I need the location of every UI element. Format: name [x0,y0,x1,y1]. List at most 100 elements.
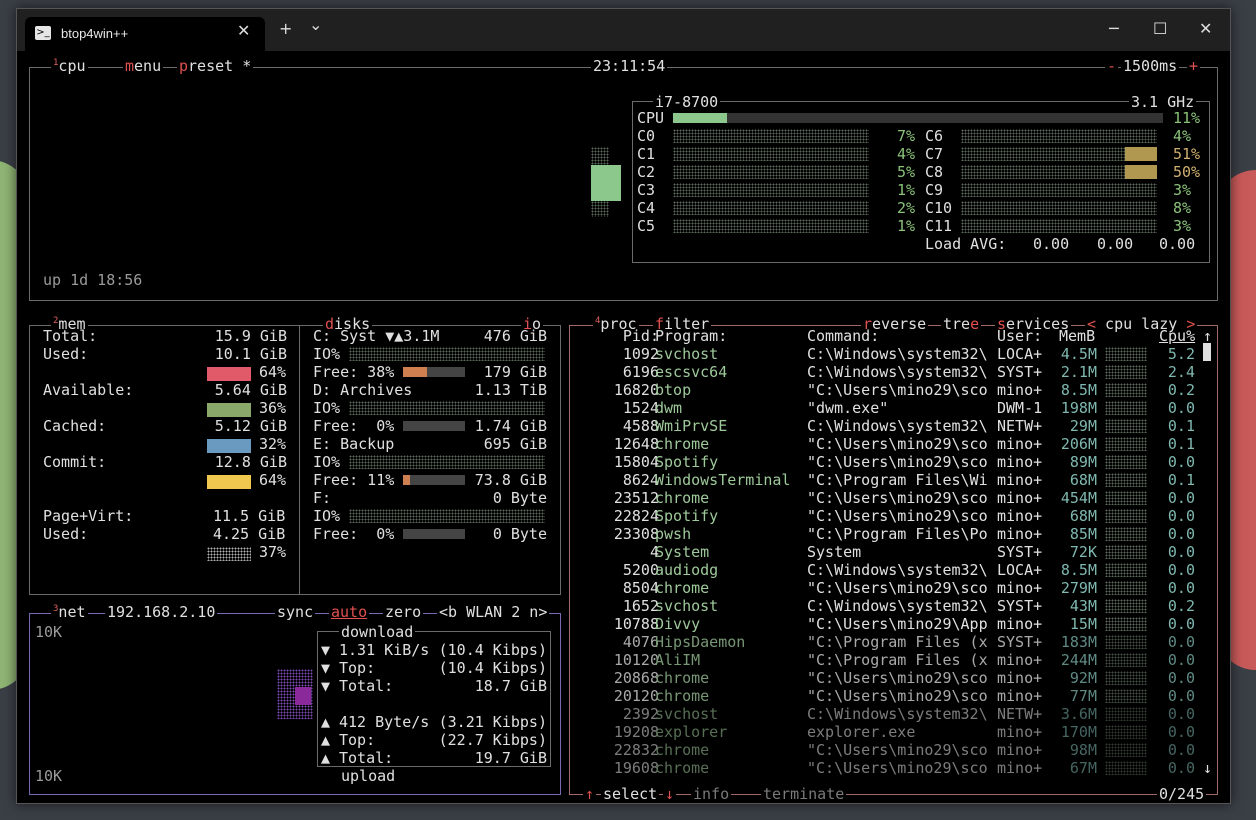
proc-user: mino+ [997,525,1043,543]
proc-program: svchost [655,705,719,723]
close-button[interactable]: ✕ [1199,19,1212,38]
scroll-up[interactable]: ↑ [1203,327,1212,345]
proc-user: NETW+ [997,417,1043,435]
pagevirt-used: 4.25 GiB [213,525,286,543]
proc-cpu-graph [1105,743,1147,757]
proc-program: AliIM [655,651,701,669]
iface-selector[interactable]: <b WLAN 2 n> [437,603,550,621]
proc-program: escsvc64 [655,363,728,381]
proc-pid: 1652 [622,597,659,615]
download-label: download [339,623,416,641]
tree-toggle[interactable]: tree [941,315,982,333]
proc-program: chrome [655,741,710,759]
proc-pid: 19208 [613,723,659,741]
proc-cpu: 0.0 [1167,669,1195,687]
proc-user: SYST+ [997,633,1043,651]
disk-free-bar [403,475,410,485]
clock: 23:11:54 [591,57,668,75]
disk-size: 1.13 TiB [474,381,547,399]
core-pct: 4% [1173,127,1192,145]
interval-plus[interactable]: + [1187,57,1201,75]
proc-mem: 8.5M [1060,561,1097,579]
col-pid[interactable]: Pid: [601,327,659,345]
disk-name: C: Syst ▼▲3.1M [313,327,440,345]
proc-program: explorer [655,723,728,741]
proc-cpu-graph [1105,653,1147,667]
disk-free-value: 0 Byte [492,525,547,543]
terminal-content: 1cpu menu preset * 23:11:54 - 1500ms + u… [17,51,1230,803]
proc-mem: 2.1M [1060,363,1097,381]
proc-cpu-graph [1105,635,1147,649]
cpu-header[interactable]: 1cpu [51,57,88,78]
dropdown-button[interactable]: ⌄ [309,15,322,34]
disk-io-graph [349,509,545,523]
proc-cpu: 0.2 [1167,597,1195,615]
core-pct: 8% [1173,199,1192,217]
col-program[interactable]: Program: [655,327,727,345]
proc-command: "C:\Users\mino29\sco [807,489,988,507]
proc-command: System [807,543,862,561]
disk-free-label: Free: 0% [313,417,395,435]
proc-user: LOCA+ [997,561,1043,579]
proc-command: C:\Windows\system32\ [807,417,988,435]
proc-cpu-graph [1105,599,1147,613]
net-header[interactable]: 3net [51,603,88,624]
core-pct: 1% [897,181,916,199]
menu-button[interactable]: menu [123,57,164,75]
auto-toggle[interactable]: auto [329,603,370,621]
proc-user: DWM-1 [997,399,1043,417]
net-scale-bottom: 10K [35,767,63,785]
preset-button[interactable]: preset * [177,57,254,75]
core-pct: 51% [1173,145,1201,163]
proc-cpu: 0.1 [1167,435,1195,453]
sync-toggle[interactable]: sync [275,603,316,621]
proc-program: svchost [655,345,719,363]
proc-user: mino+ [997,669,1043,687]
net-down-arrow: ▼ [321,641,331,659]
maximize-button[interactable]: ☐ [1153,19,1167,38]
mem-bar [207,403,251,417]
tab-close-button[interactable]: ✕ [237,21,250,40]
terminate-button[interactable]: terminate [761,785,847,803]
proc-cpu: 0.0 [1167,489,1195,507]
proc-command: "C:\Users\mino29\sco [807,669,988,687]
net-up-label: Total: [339,749,394,767]
proc-cpu: 0.0 [1167,453,1195,471]
select-down-arrow[interactable]: ↓ [663,785,677,803]
proc-program: audiodg [655,561,719,579]
proc-mem: 72K [1069,543,1097,561]
select-label[interactable]: select [601,785,660,803]
load-5: 0.00 [1097,235,1134,253]
proc-cpu: 0.0 [1167,579,1195,597]
net-ip: 192.168.2.10 [105,603,218,621]
zero-toggle[interactable]: zero [383,603,424,621]
net-graph [295,687,311,705]
disk-name: F: [313,489,332,507]
proc-pid: 1524 [622,399,659,417]
proc-command: "C:\Program Files (x [807,633,988,651]
col-user[interactable]: User: [997,327,1042,345]
col-command[interactable]: Command: [807,327,879,345]
mem-label: Total: [43,327,98,345]
minimize-button[interactable]: ─ [1109,19,1119,38]
mem-value: 5.12 GiB [214,417,287,435]
proc-user: mino+ [997,435,1043,453]
new-tab-button[interactable]: + [279,19,292,38]
proc-user: mino+ [997,507,1043,525]
col-mem[interactable]: MemB [1059,327,1095,345]
net-down-arrow: ▼ [321,659,331,677]
proc-mem: 206M [1060,435,1097,453]
proc-command: C:\Windows\system32\ [807,345,988,363]
proc-scrollbar[interactable] [1203,343,1211,361]
core-graph [961,201,1157,215]
col-cpu[interactable]: Cpu% [1159,327,1195,345]
proc-pid: 4588 [622,417,659,435]
tab-btop[interactable]: >_ btop4win++ ✕ [25,17,265,51]
select-up-arrow[interactable]: ↑ [583,785,597,803]
proc-cpu-graph [1105,617,1147,631]
load-label: Load AVG: [925,235,1007,253]
mem-value: 12.8 GiB [214,453,287,471]
scroll-down[interactable]: ↓ [1203,759,1212,777]
interval-minus[interactable]: - [1105,57,1119,75]
info-button[interactable]: info [691,785,732,803]
